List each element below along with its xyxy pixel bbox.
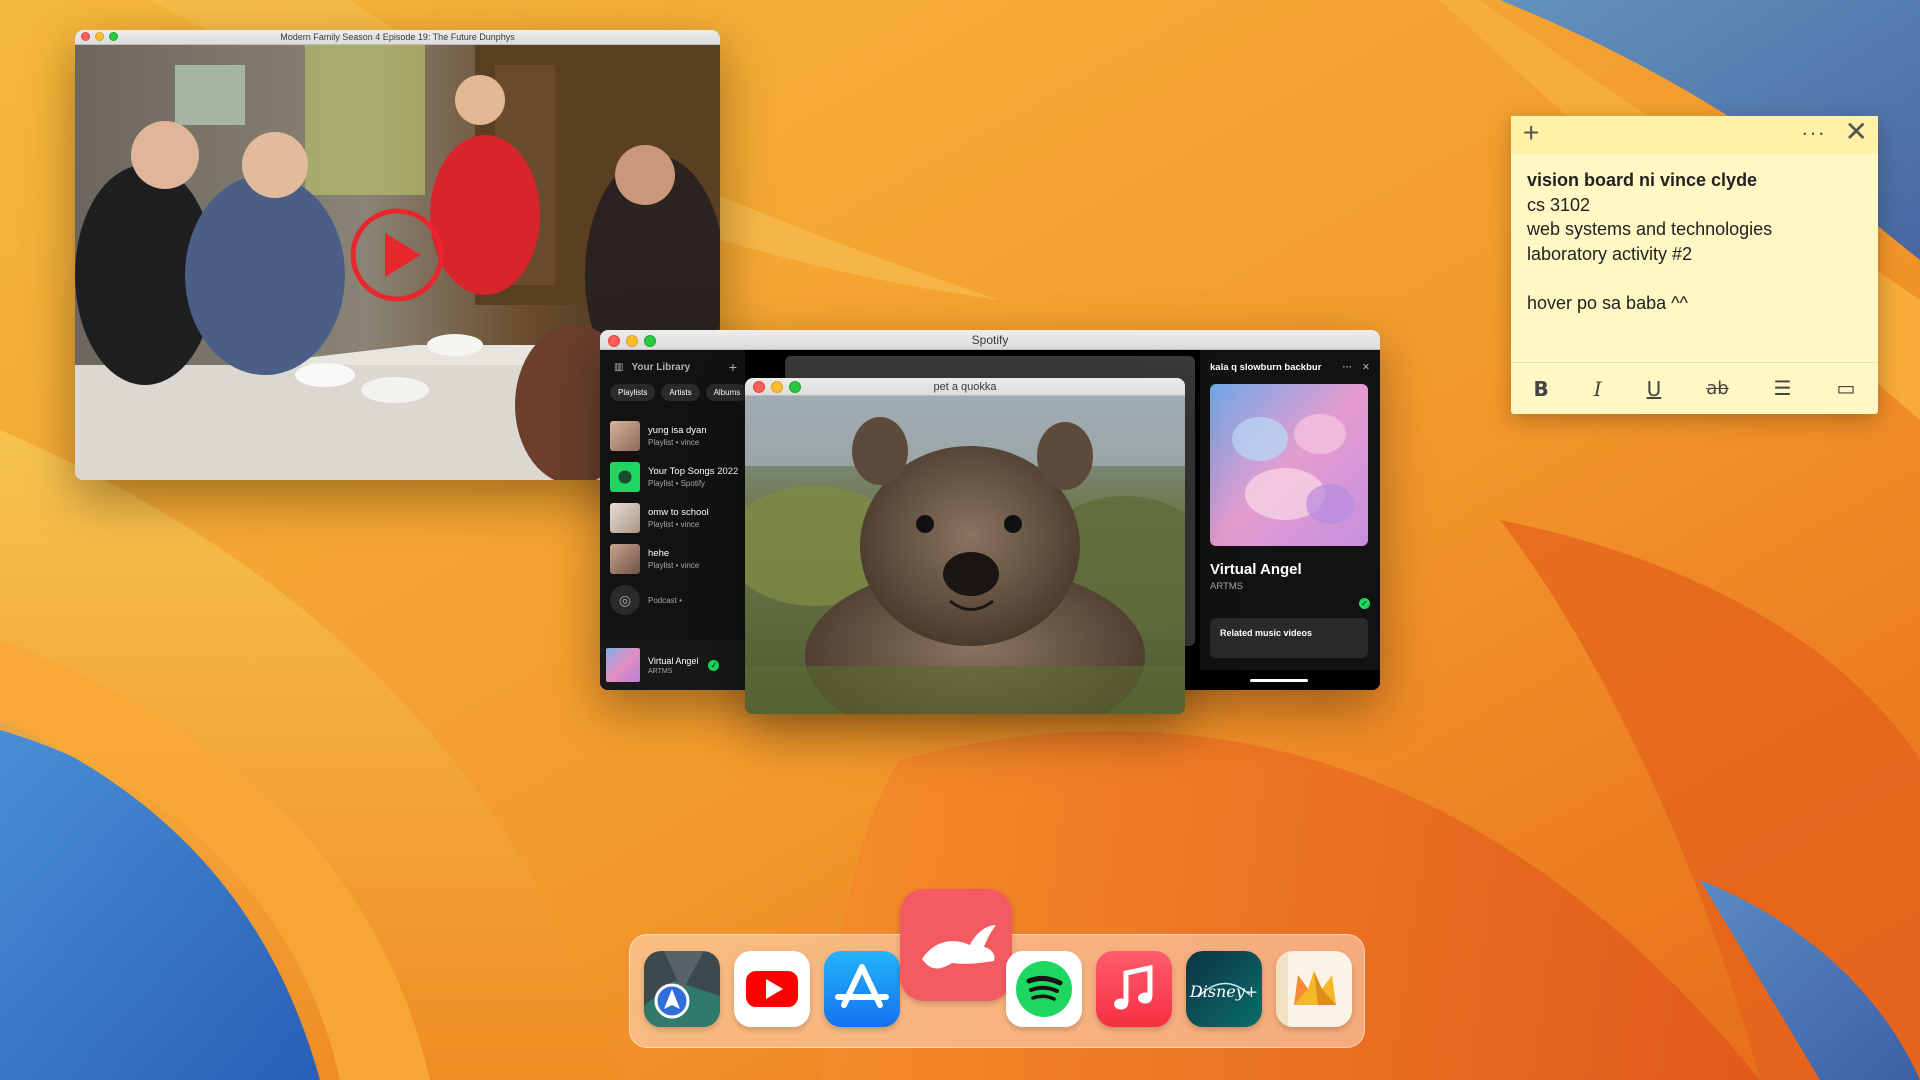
sticky-note[interactable]: + ··· ✕ vision board ni vince clyde cs 3… [1511,116,1878,414]
library-heading[interactable]: Your Library [631,362,690,373]
list-item[interactable]: yung isa dyan Playlist • vince [610,415,745,456]
underline-button[interactable]: U [1647,377,1662,401]
library-icon[interactable]: ▥ [614,362,623,373]
video-titlebar[interactable]: Modern Family Season 4 Episode 19: The F… [75,30,720,45]
bullet-list-icon[interactable]: ☰ [1774,376,1792,401]
close-icon[interactable]: ✕ [1362,362,1370,373]
more-icon[interactable]: ··· [1343,362,1353,373]
minimize-button[interactable] [95,32,104,41]
item-title: omw to school [648,506,709,518]
image-icon[interactable]: ▭ [1837,376,1856,401]
minimize-button[interactable] [626,335,638,347]
playlist-cover [610,543,640,574]
now-playing[interactable]: Virtual Angel ARTMS ✓ [600,640,745,690]
item-subtitle: Playlist • Spotify [648,478,706,488]
chip-albums[interactable]: Albums [705,384,749,401]
quokka-titlebar[interactable]: pet a quokka [745,378,1185,396]
spotify-icon[interactable] [1006,951,1082,1027]
spotify-title: Spotify [971,333,1009,347]
bold-button[interactable]: B [1533,377,1548,401]
now-playing-cover [606,648,640,682]
note-title: vision board ni vince clyde [1527,170,1758,190]
quokka-photo[interactable] [745,396,1185,714]
video-title: Modern Family Season 4 Episode 19: The F… [280,32,515,42]
maps-icon[interactable] [644,951,720,1027]
item-subtitle: Playlist • vince [648,560,700,570]
list-item[interactable]: omw to school Playlist • vince [610,497,745,538]
quokka-window[interactable]: pet a quokka [745,378,1185,714]
note-line: web systems and technologies [1527,219,1773,239]
maximize-button[interactable] [644,335,656,347]
maximize-button[interactable] [109,32,118,41]
chip-playlists[interactable]: Playlists [610,384,656,401]
crown-icon[interactable] [1276,951,1352,1027]
list-item[interactable]: Your Top Songs 2022 Playlist • Spotify [610,456,745,497]
note-line: cs 3102 [1527,194,1591,215]
now-playing-title[interactable]: Virtual Angel [648,656,698,666]
item-title: yung isa dyan [648,424,707,436]
playlist-cover [610,502,640,533]
list-item[interactable]: ◎ Podcast • [610,579,745,620]
song-artist[interactable]: ARTMS [1210,581,1380,592]
format-toolbar: B I U ab ☰ ▭ [1511,362,1878,414]
dock: Disney+ [629,889,1365,1048]
rabbit-icon[interactable] [900,889,1012,1001]
liked-check-icon[interactable]: ✓ [708,659,720,671]
note-text[interactable]: vision board ni vince clyde cs 3102 web … [1511,154,1878,330]
item-title: hehe [648,547,670,559]
note-line: hover po sa baba ^^ [1527,293,1688,313]
chip-artists[interactable]: Artists [661,384,700,401]
add-note-icon[interactable]: + [1523,119,1539,147]
app-store-icon[interactable] [824,951,900,1027]
list-item[interactable]: hehe Playlist • vince [610,538,745,579]
close-button[interactable] [81,32,90,41]
youtube-icon[interactable] [734,951,810,1027]
sticky-header: + ··· ✕ [1511,116,1878,154]
close-button[interactable] [608,335,620,347]
add-icon[interactable]: + [729,359,737,375]
disney-plus-icon[interactable]: Disney+ [1186,951,1262,1027]
item-title: Your Top Songs 2022 [648,465,739,477]
liked-check-icon[interactable]: ✓ [1359,598,1370,609]
volume-slider[interactable] [1250,679,1308,682]
now-playing-artist[interactable]: ARTMS [648,668,698,675]
maximize-button[interactable] [789,381,801,393]
spotify-titlebar[interactable]: Spotify [600,330,1380,350]
italic-button[interactable]: I [1594,377,1602,401]
album-cover [1210,384,1368,546]
note-line: laboratory activity #2 [1527,243,1693,264]
now-playing-panel: kala q slowburn backbur ··· ✕ Virtual An… [1200,350,1380,670]
related-videos[interactable]: Related music videos [1210,618,1368,658]
item-subtitle: Playlist • vince [648,437,700,447]
panel-title[interactable]: kala q slowburn backbur [1210,362,1321,373]
strikethrough-button[interactable]: ab [1706,378,1728,399]
quokka-title: pet a quokka [933,381,997,393]
more-icon[interactable]: ··· [1801,120,1826,146]
item-subtitle: Podcast • [648,596,682,605]
close-button[interactable] [753,381,765,393]
close-icon[interactable]: ✕ [1845,118,1868,146]
playlist-cover [610,461,640,492]
svg-text:Disney+: Disney+ [1189,982,1258,1001]
item-subtitle: Playlist • vince [648,519,700,529]
song-title[interactable]: Virtual Angel [1210,561,1380,578]
minimize-button[interactable] [771,381,783,393]
podcast-icon: ◎ [610,584,640,615]
playlist-cover [610,420,640,451]
library-panel: ▥ Your Library + Playlists Artists Album… [600,350,749,690]
music-icon[interactable] [1096,951,1172,1027]
